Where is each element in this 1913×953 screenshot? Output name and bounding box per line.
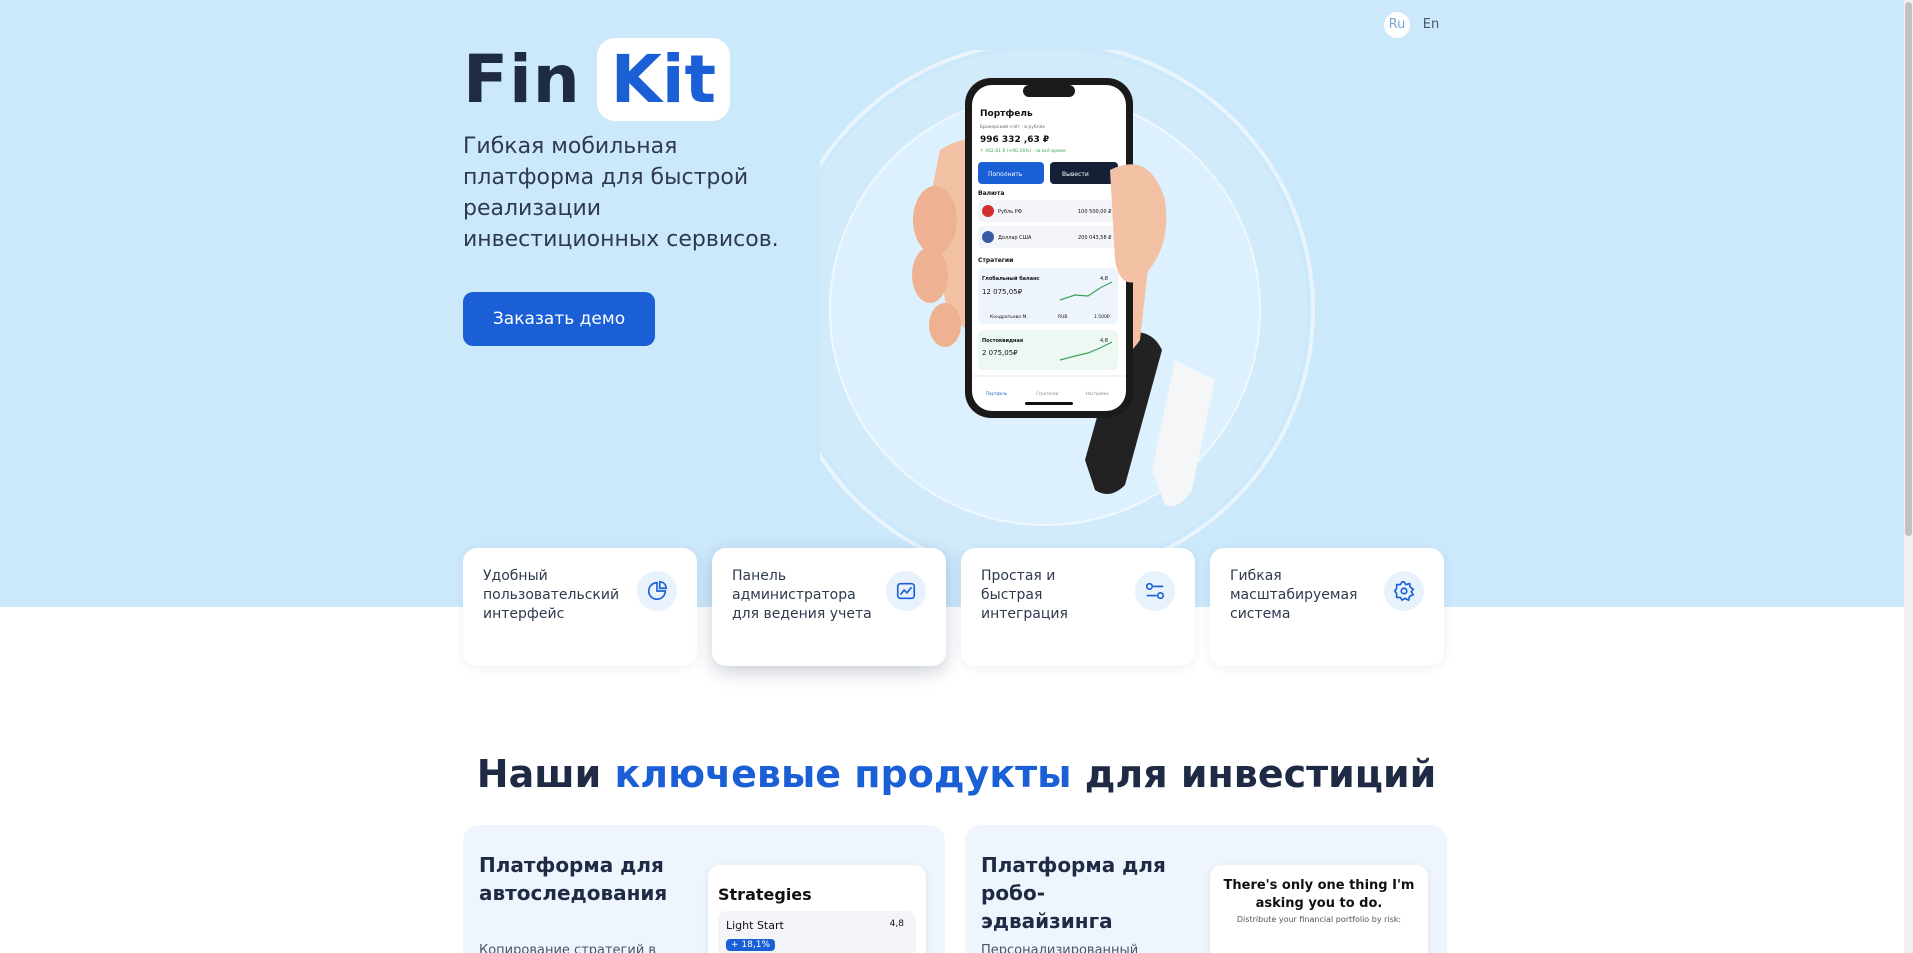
logo-kit: Kit [596, 38, 731, 121]
feature-card[interactable]: Простая и быстрая интеграция [961, 548, 1195, 666]
phone-tab: Настройки [1086, 391, 1109, 396]
preview-subtitle: Distribute your financial portfolio by r… [1236, 915, 1402, 924]
hero-tagline: Гибкая мобильная платформа для быстрой р… [463, 134, 779, 252]
phone-account-label: Брокерский счёт · в рублях [980, 123, 1045, 130]
phone-tab: Портфель [986, 391, 1008, 396]
preview-title: Strategies [718, 885, 812, 904]
sliders-icon [1135, 571, 1175, 611]
phone-strategy-currency: RUB [1058, 314, 1068, 320]
phone-strategy-rating: 4,8 [1100, 338, 1108, 344]
phone-strategy-value: 12 075,05₽ [982, 288, 1023, 296]
phone-currency-name: Доллар США [998, 235, 1032, 241]
phone-currency-name: Рубль РФ [998, 209, 1023, 215]
products-section-title: Наши ключевые продукты для инвестиций [0, 752, 1913, 796]
phone-tab: Стратегии [1036, 391, 1059, 396]
feature-card[interactable]: Удобный пользовательский интерфейс [463, 548, 697, 666]
feature-label: Панель администратора для ведения учета [732, 568, 872, 622]
phone-strategy-rating: 4,8 [1100, 276, 1108, 282]
phone-change: ↑ 442,81 ₽ (+60,16%) · за всё время [980, 148, 1066, 154]
logo[interactable]: Fin Kit [463, 38, 731, 121]
lang-en[interactable]: En [1418, 12, 1444, 38]
hero-section: Ru En Fin Kit Гибкая мобильная платформа… [0, 0, 1913, 666]
title-part: Наши [476, 752, 615, 796]
phone-title: Портфель [980, 109, 1033, 119]
phone-strategy-name: Глобальный баланс [982, 275, 1040, 282]
gear-icon [1384, 571, 1424, 611]
title-highlight: ключевые продукты [614, 752, 1072, 796]
product-card-roboadvisor[interactable]: Платформа для робо-эдвайзинга Персонализ… [965, 825, 1447, 953]
phone-currency-heading: Валюта [978, 190, 1004, 197]
preview-title: There's only one thing I'm asking you to… [1223, 878, 1415, 911]
feature-card[interactable]: Гибкая масштабируемая система [1210, 548, 1444, 666]
order-demo-button[interactable]: Заказать демо [463, 292, 655, 346]
language-switcher: Ru En [1384, 12, 1444, 38]
preview-rating: 4,8 [889, 919, 904, 929]
title-part: для инвестиций [1071, 752, 1437, 796]
phone-topup-button: Пополнить [988, 171, 1023, 178]
feature-label: Простая и быстрая интеграция [981, 568, 1068, 622]
feature-label: Гибкая масштабируемая система [1230, 568, 1358, 622]
logo-fin: Fin [463, 41, 581, 118]
phone-currency-value: 100 500,00 ₽ [1078, 209, 1112, 215]
chart-line-icon [886, 571, 926, 611]
phone-withdraw-button: Вывести [1062, 171, 1089, 178]
phone-strategy-name: Постоквидная [982, 338, 1023, 344]
product-desc: Персонализированный [981, 943, 1139, 953]
pie-chart-icon [637, 571, 677, 611]
feature-card[interactable]: Панель администратора для ведения учета [712, 548, 946, 666]
lang-ru[interactable]: Ru [1384, 12, 1410, 38]
strategies-preview-card: Strategies Light Start 4,8 + 18,1% [708, 865, 926, 953]
product-title: Платформа для автоследования [479, 853, 668, 905]
phone-strategies-heading: Стратегии [978, 257, 1013, 264]
phone-strategy-value: 2 075,05₽ [982, 349, 1018, 357]
product-title: Платформа для робо-эдвайзинга [981, 853, 1166, 933]
feature-label: Удобный пользовательский интерфейс [483, 568, 620, 622]
phone-strategy-author: Кондратьева М. [990, 314, 1028, 320]
preview-item: Light Start [726, 919, 784, 932]
hand-phone-illustration: Портфель Брокерский счёт · в рублях 996 … [820, 50, 1315, 550]
product-cards: Платформа для автоследования Копирование… [463, 825, 1447, 953]
product-card-copytrading[interactable]: Платформа для автоследования Копирование… [463, 825, 945, 953]
product-desc: Копирование стратегий в [479, 943, 657, 953]
scrollbar-thumb[interactable] [1905, 2, 1912, 536]
phone-strategy-min: 1 500₽ [1094, 314, 1110, 320]
phone-currency-value: 200 043,58 ₽ [1078, 235, 1112, 241]
feature-cards: Удобный пользовательский интерфейс Панел… [463, 548, 1444, 666]
risk-preview-card: There's only one thing I'm asking you to… [1210, 865, 1428, 953]
phone-balance: 996 332 ,63 ₽ [980, 135, 1049, 145]
page-scrollbar[interactable] [1904, 0, 1913, 953]
preview-badge: + 18,1% [726, 939, 775, 951]
